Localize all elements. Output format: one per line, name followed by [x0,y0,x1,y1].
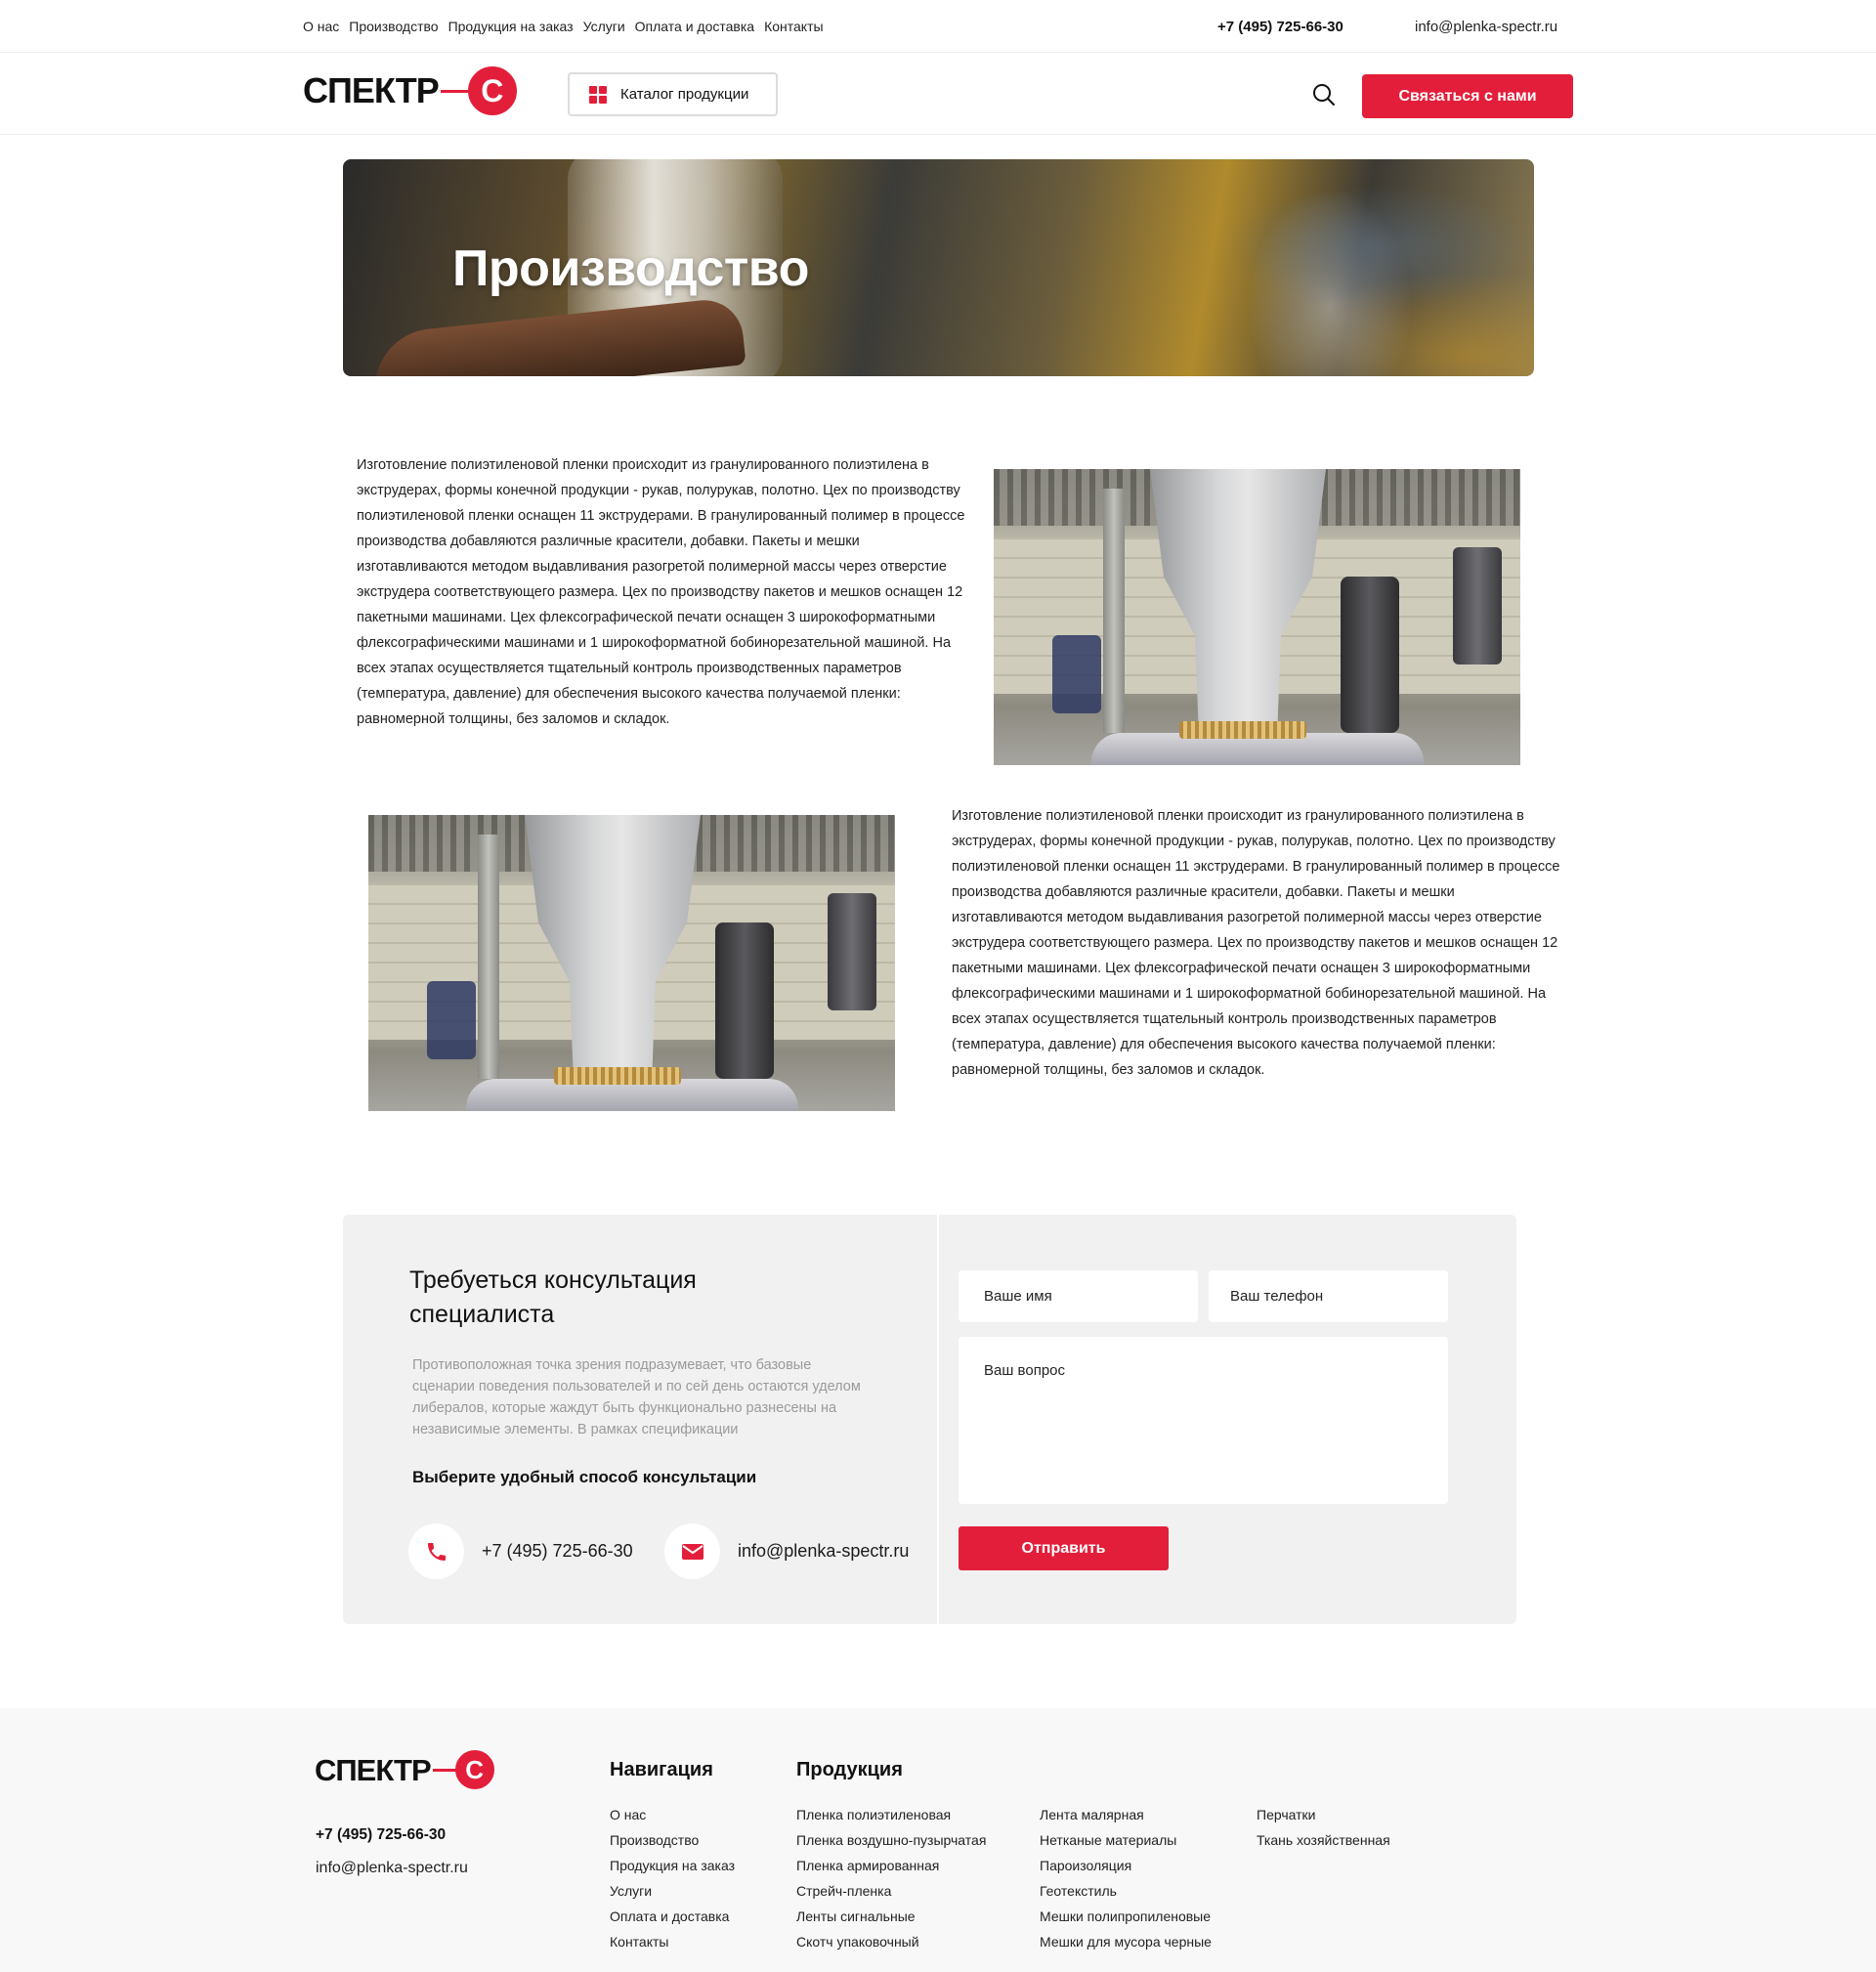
footer-nav-item[interactable]: Продукция на заказ [610,1853,735,1878]
phone-field[interactable] [1209,1270,1448,1322]
footer-product-item[interactable]: Геотекстиль [1040,1878,1212,1904]
footer-email-link[interactable]: info@plenka-spectr.ru [316,1860,468,1877]
footer-product-item[interactable]: Мешки для мусора черные [1040,1929,1212,1954]
footer-logo-text: СПЕКТР [315,1752,432,1787]
catalog-button-label: Каталог продукции [620,86,749,103]
footer-product-item[interactable]: Ленты сигнальные [796,1904,986,1929]
footer-product-item[interactable]: Пленка воздушно-пузырчатая [796,1827,986,1853]
consultation-divider [937,1215,939,1624]
consultation-title: Требуеться консультация специалиста [409,1266,697,1328]
footer-products-heading: Продукция [796,1759,903,1780]
footer-nav-item[interactable]: Контакты [610,1929,735,1954]
search-icon[interactable] [1311,82,1337,107]
consultation-email: info@plenka-spectr.ru [738,1541,910,1561]
phone-icon [408,1523,464,1579]
hero-hand-image [369,296,746,376]
footer-product-item[interactable]: Ткань хозяйственная [1257,1827,1390,1853]
footer-product-item[interactable]: Пленка армированная [796,1853,986,1878]
extruder-photo-1 [994,469,1520,765]
grid-icon [589,85,607,104]
top-bar: О нас Производство Продукция на заказ Ус… [0,0,1876,53]
footer-product-item[interactable]: Пароизоляция [1040,1853,1212,1878]
site-header: СПЕКТР С Каталог продукции Связаться с н… [0,53,1876,135]
footer-nav-item[interactable]: Услуги [610,1878,735,1904]
extruder-photo-2 [368,815,895,1111]
logo-text: СПЕКТР [303,70,440,110]
consultation-email-link[interactable]: info@plenka-spectr.ru [664,1523,909,1579]
top-nav-custom-products[interactable]: Продукция на заказ [448,19,574,34]
footer-product-item[interactable]: Нетканые материалы [1040,1827,1212,1853]
catalog-button[interactable]: Каталог продукции [568,72,778,116]
mail-icon [664,1523,720,1579]
footer-product-item[interactable]: Скотч упаковочный [796,1929,986,1954]
footer-logo[interactable]: СПЕКТР С [315,1750,494,1789]
footer-nav-item[interactable]: Производство [610,1827,735,1853]
production-paragraph-1: Изготовление полиэтиленовой пленки проис… [357,457,965,727]
name-field[interactable] [959,1270,1198,1322]
top-nav-about[interactable]: О нас [303,19,339,34]
top-nav-contacts[interactable]: Контакты [764,19,823,34]
top-nav-services[interactable]: Услуги [583,19,625,34]
footer-nav-item[interactable]: Оплата и доставка [610,1904,735,1929]
top-navigation: О нас Производство Продукция на заказ Ус… [303,0,824,53]
footer-phone-link[interactable]: +7 (495) 725-66-30 [316,1826,446,1844]
top-email-link[interactable]: info@plenka-spectr.ru [1415,19,1557,35]
logo-circle: С [467,66,517,115]
page-title: Производство [452,240,809,297]
footer-product-item[interactable]: Мешки полипропиленовые [1040,1904,1212,1929]
submit-button[interactable]: Отправить [959,1526,1169,1570]
site-footer: СПЕКТР С +7 (495) 725-66-30 info@plenka-… [0,1708,1876,1972]
consultation-subtitle: Выберите удобный способ консультации [412,1468,757,1486]
consultation-section: Требуеться консультация специалиста Прот… [343,1215,1516,1624]
contact-us-button[interactable]: Связаться с нами [1362,74,1573,118]
consultation-phone-link[interactable]: +7 (495) 725-66-30 [408,1523,633,1579]
consultation-phone: +7 (495) 725-66-30 [482,1541,633,1561]
footer-products-list-1: Пленка полиэтиленовая Пленка воздушно-пу… [796,1802,986,1954]
footer-logo-circle: С [454,1750,494,1789]
footer-product-item[interactable]: Лента малярная [1040,1802,1212,1827]
footer-product-item[interactable]: Стрейч-пленка [796,1878,986,1904]
top-phone-link[interactable]: +7 (495) 725-66-30 [1217,19,1343,35]
question-field[interactable] [959,1337,1448,1504]
top-nav-production[interactable]: Производство [349,19,438,34]
footer-products-list-3: Перчатки Ткань хозяйственная [1257,1802,1390,1853]
site-logo[interactable]: СПЕКТР С [303,66,517,115]
footer-products-list-2: Лента малярная Нетканые материалы Пароиз… [1040,1802,1212,1954]
footer-nav-heading: Навигация [610,1759,713,1780]
footer-product-item[interactable]: Пленка полиэтиленовая [796,1802,986,1827]
production-paragraph-2: Изготовление полиэтиленовой пленки проис… [952,808,1560,1078]
footer-nav-item[interactable]: О нас [610,1802,735,1827]
top-nav-payment-delivery[interactable]: Оплата и доставка [635,19,754,34]
hero-banner: Производство [343,159,1534,376]
footer-nav-list: О нас Производство Продукция на заказ Ус… [610,1802,735,1954]
footer-product-item[interactable]: Перчатки [1257,1802,1390,1827]
consultation-text: Противоположная точка зрения подразумева… [412,1357,861,1437]
